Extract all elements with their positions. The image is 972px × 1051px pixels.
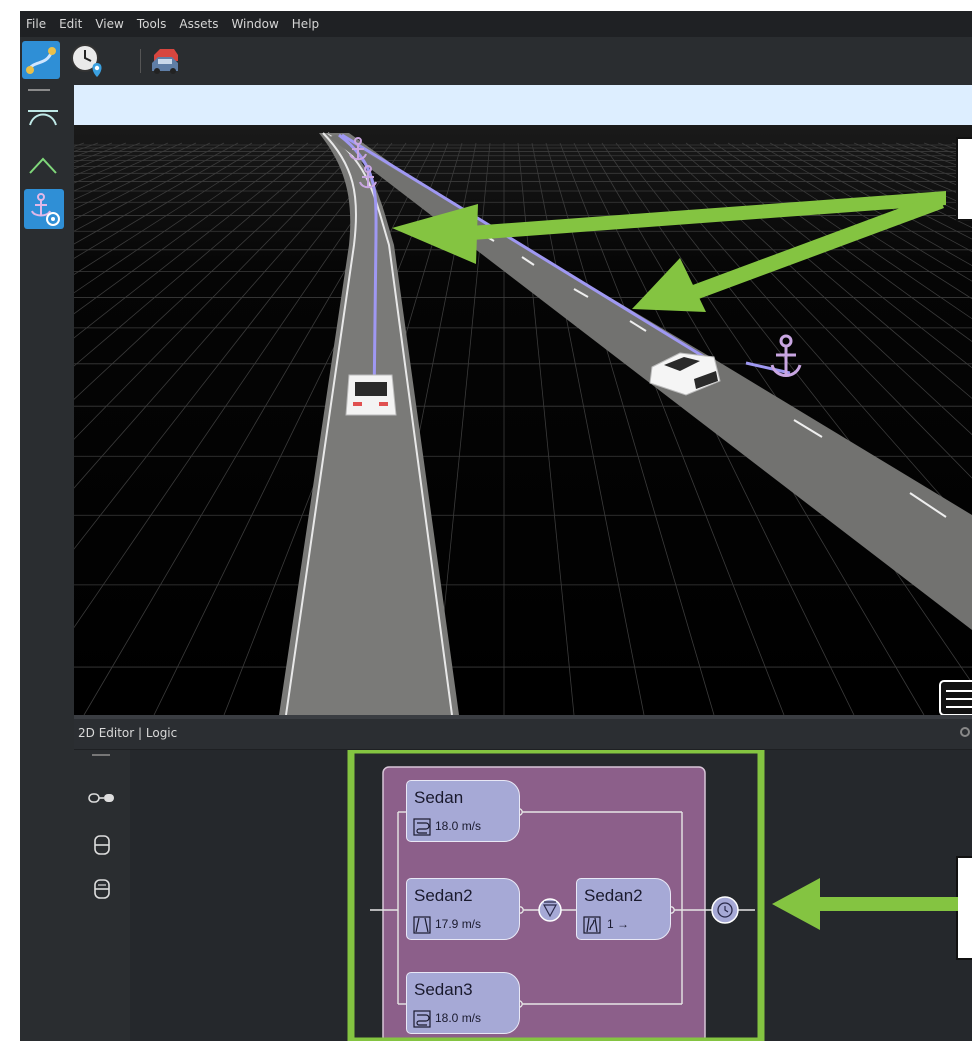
curve-road-tool-button[interactable] — [24, 99, 64, 139]
node-speed: 18.0 m/s — [435, 819, 482, 833]
toolbar-separator — [140, 49, 141, 73]
peak-road-icon — [29, 157, 57, 174]
route-tool-button[interactable] — [22, 41, 60, 79]
action-node-sedan2[interactable]: Sedan2 17.9 m/s — [406, 878, 520, 940]
cars-icon — [152, 49, 178, 74]
toolbar — [20, 37, 972, 85]
logic-canvas[interactable]: Sedan 18.0 m/s Sedan2 17.9 m/s Sedan2 1 … — [130, 750, 972, 1041]
3d-scene[interactable] — [74, 125, 972, 715]
loop-path-icon — [413, 1010, 431, 1028]
menu-assets[interactable]: Assets — [173, 17, 225, 31]
anchor-camera-tool-button[interactable] — [24, 189, 64, 229]
viewport-settings-icon[interactable] — [939, 680, 972, 715]
tool-strip-divider — [92, 754, 110, 756]
action-node-sedan[interactable]: Sedan 18.0 m/s — [406, 780, 520, 842]
node-title: Sedan2 — [414, 886, 473, 905]
loop-path-icon — [413, 818, 431, 836]
road-perspective-icon — [413, 916, 431, 934]
anchor-camera-icon — [31, 193, 60, 226]
left-tool-strip — [20, 85, 74, 715]
peak-road-tool-button[interactable] — [24, 145, 64, 185]
lane-change-icon — [583, 916, 601, 934]
panel-header: 2D Editor | Logic — [74, 719, 972, 750]
vehicle-node-icon[interactable] — [87, 834, 117, 856]
trigger-icon[interactable] — [538, 898, 562, 922]
node-speed: 18.0 m/s — [435, 1011, 482, 1025]
node-lane-offset: 1 → — [607, 917, 630, 931]
node-title: Sedan — [414, 788, 464, 807]
vehicles-tool-button[interactable] — [146, 41, 184, 79]
editor-window: File Edit View Tools Assets Window Help — [20, 11, 972, 1041]
tool-strip-divider — [28, 89, 50, 91]
menu-view[interactable]: View — [89, 17, 130, 31]
close-icon[interactable] — [960, 727, 970, 737]
logic-tool-strip — [74, 750, 130, 1041]
vehicle-node-alt-icon[interactable] — [87, 878, 117, 900]
action-node-sedan2-lane-change[interactable]: Sedan2 1 → — [576, 878, 671, 940]
ground-plane — [74, 125, 972, 715]
sedan-car-left[interactable] — [345, 374, 397, 416]
app-screenshot: File Edit View Tools Assets Window Help — [0, 0, 972, 1051]
callout-box-bottom — [956, 856, 972, 960]
viewport-sky-strip — [74, 85, 972, 125]
timer-icon[interactable] — [711, 896, 739, 924]
menu-help[interactable]: Help — [286, 17, 326, 31]
node-title: Sedan2 — [584, 886, 643, 905]
logic-graph-wires — [347, 750, 765, 1041]
menu-file[interactable]: File — [20, 17, 53, 31]
menu-window[interactable]: Window — [225, 17, 285, 31]
node-speed: 17.9 m/s — [435, 917, 482, 931]
panel-title[interactable]: 2D Editor | Logic — [78, 726, 177, 740]
menu-tools[interactable]: Tools — [131, 17, 174, 31]
curve-road-icon — [28, 110, 58, 126]
time-trigger-tool-button[interactable] — [68, 41, 106, 79]
menu-bar: File Edit View Tools Assets Window Help — [20, 11, 972, 37]
logic-editor: Sedan 18.0 m/s Sedan2 17.9 m/s Sedan2 1 … — [74, 750, 972, 1041]
menu-edit[interactable]: Edit — [53, 17, 89, 31]
callout-box-top — [956, 137, 972, 221]
route-icon — [26, 47, 56, 74]
node-title: Sedan3 — [414, 980, 473, 999]
3d-viewport[interactable] — [74, 125, 972, 715]
clock-pin-icon — [71, 44, 102, 77]
connector-icon[interactable] — [87, 790, 117, 806]
action-node-sedan3[interactable]: Sedan3 18.0 m/s — [406, 972, 520, 1034]
